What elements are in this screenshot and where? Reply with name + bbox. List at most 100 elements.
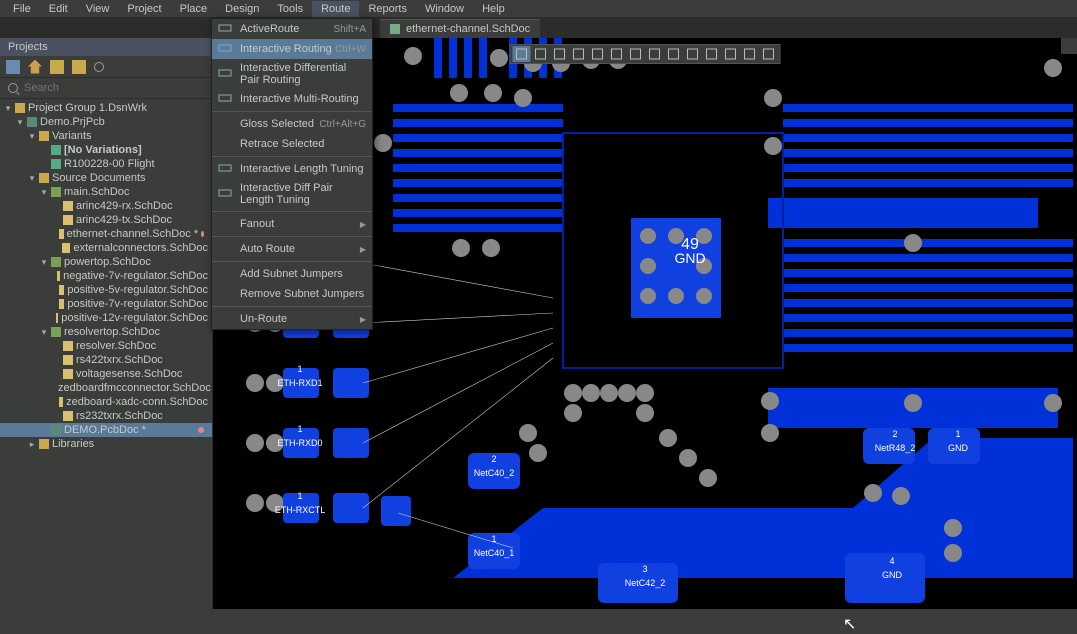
tree-node[interactable]: [No Variations]: [0, 143, 212, 157]
select-tool[interactable]: [513, 46, 531, 62]
doc-icon: [56, 313, 58, 323]
sch-icon: [51, 187, 61, 197]
rect-tool[interactable]: [703, 46, 721, 62]
tree-node[interactable]: externalconnectors.SchDoc: [0, 241, 212, 255]
tree-label: arinc429-tx.SchDoc: [76, 214, 172, 226]
menu-view[interactable]: View: [77, 1, 119, 17]
net-label: NetR48_2: [875, 443, 916, 453]
tree-label: arinc429-rx.SchDoc: [76, 200, 173, 212]
scroll-corner: [1061, 38, 1077, 54]
refresh-icon[interactable]: [72, 60, 86, 74]
tree-node[interactable]: ethernet-channel.SchDoc *: [0, 227, 212, 241]
expand-icon[interactable]: ▾: [16, 117, 24, 128]
tree-node[interactable]: ▾resolvertop.SchDoc: [0, 325, 212, 339]
move-tool[interactable]: [551, 46, 569, 62]
align-tool[interactable]: [570, 46, 588, 62]
poly-tool[interactable]: [722, 46, 740, 62]
menu-design[interactable]: Design: [216, 1, 268, 17]
copy-tool[interactable]: [608, 46, 626, 62]
menu-edit[interactable]: Edit: [40, 1, 77, 17]
blank-icon: [218, 242, 234, 256]
tree-label: Source Documents: [52, 172, 146, 184]
menu-separator: [212, 211, 372, 212]
net-label: ETH-RXD0: [277, 438, 322, 448]
via-tool[interactable]: [760, 46, 778, 62]
tree-node[interactable]: resolver.SchDoc: [0, 339, 212, 353]
menu-item-remove-subnet-jumpers[interactable]: Remove Subnet Jumpers: [212, 284, 372, 304]
tree-node[interactable]: ▾Variants: [0, 129, 212, 143]
menu-item-interactive-routing[interactable]: Interactive RoutingCtrl+W: [212, 39, 372, 59]
submenu-arrow-icon: ▶: [360, 315, 366, 324]
menu-tools[interactable]: Tools: [268, 1, 312, 17]
tree-node[interactable]: rs422txrx.SchDoc: [0, 353, 212, 367]
menu-file[interactable]: File: [4, 1, 40, 17]
route-menu-dropdown: ActiveRouteShift+AInteractive RoutingCtr…: [211, 18, 373, 330]
modified-marker: [198, 427, 204, 433]
menubar: FileEditViewProjectPlaceDesignToolsRoute…: [0, 0, 1077, 18]
document-tab[interactable]: ethernet-channel.SchDoc: [380, 19, 540, 38]
tree-node[interactable]: negative-7v-regulator.SchDoc: [0, 269, 212, 283]
menu-item-interactive-differential-pair-routing[interactable]: Interactive Differential Pair Routing: [212, 59, 372, 89]
expand-icon[interactable]: ▾: [28, 173, 36, 184]
tree-node[interactable]: ▾powertop.SchDoc: [0, 255, 212, 269]
menu-item-add-subnet-jumpers[interactable]: Add Subnet Jumpers: [212, 264, 372, 284]
tree-node[interactable]: ▾main.SchDoc: [0, 185, 212, 199]
home-icon[interactable]: [28, 60, 42, 74]
show-docs-icon[interactable]: [6, 60, 20, 74]
dim-tool[interactable]: [646, 46, 664, 62]
expand-icon[interactable]: ▾: [28, 131, 36, 142]
menu-item-gloss-selected[interactable]: Gloss SelectedCtrl+Alt+G: [212, 114, 372, 134]
menu-item-interactive-length-tuning[interactable]: Interactive Length Tuning: [212, 159, 372, 179]
tree-node[interactable]: ▸Libraries: [0, 437, 212, 451]
dist-tool[interactable]: [589, 46, 607, 62]
text-tool[interactable]: [741, 46, 759, 62]
tree-node[interactable]: voltagesense.SchDoc: [0, 367, 212, 381]
menu-item-retrace-selected[interactable]: Retrace Selected: [212, 134, 372, 154]
comp-tool[interactable]: [684, 46, 702, 62]
menu-item-auto-route[interactable]: Auto Route▶: [212, 239, 372, 259]
schematic-icon: [390, 24, 400, 34]
expand-icon[interactable]: ▾: [40, 257, 48, 268]
lasso-tool[interactable]: [532, 46, 550, 62]
tree-node[interactable]: zedboard-xadc-conn.SchDoc: [0, 395, 212, 409]
tree-label: voltagesense.SchDoc: [76, 368, 182, 380]
menu-item-activeroute[interactable]: ActiveRouteShift+A: [212, 19, 372, 39]
folder-icon[interactable]: [50, 60, 64, 74]
tree-node[interactable]: arinc429-tx.SchDoc: [0, 213, 212, 227]
blank-icon: [218, 312, 234, 326]
menu-help[interactable]: Help: [473, 1, 514, 17]
expand-icon[interactable]: ▾: [4, 103, 12, 114]
menu-item-fanout[interactable]: Fanout▶: [212, 214, 372, 234]
expand-icon[interactable]: ▾: [40, 187, 48, 198]
net-tool[interactable]: [665, 46, 683, 62]
tree-node[interactable]: rs232txrx.SchDoc: [0, 409, 212, 423]
menu-window[interactable]: Window: [416, 1, 473, 17]
tree-node[interactable]: ▾Demo.PrjPcb: [0, 115, 212, 129]
sch-icon: [51, 257, 61, 267]
tree-node[interactable]: ▾ Source Documents: [0, 171, 212, 185]
expand-icon[interactable]: ▸: [28, 439, 36, 450]
settings-icon[interactable]: [94, 62, 104, 72]
tree-node[interactable]: zedboardfmcconnector.SchDoc: [0, 381, 212, 395]
paste-tool[interactable]: [627, 46, 645, 62]
menu-shortcut: Ctrl+W: [335, 44, 366, 55]
tree-node[interactable]: R100228-00 Flight: [0, 157, 212, 171]
expand-icon[interactable]: ▾: [40, 327, 48, 338]
tree-node[interactable]: DEMO.PcbDoc *: [0, 423, 212, 437]
menu-item-interactive-multi-routing[interactable]: Interactive Multi-Routing: [212, 89, 372, 109]
tree-node[interactable]: arinc429-rx.SchDoc: [0, 199, 212, 213]
doc-icon: [63, 201, 73, 211]
tree-node[interactable]: ▾Project Group 1.DsnWrk: [0, 101, 212, 115]
tree-node[interactable]: positive-12v-regulator.SchDoc: [0, 311, 212, 325]
menu-reports[interactable]: Reports: [359, 1, 416, 17]
pcb-icon: [27, 117, 37, 127]
menu-project[interactable]: Project: [118, 1, 170, 17]
menu-item-interactive-diff-pair-length-tuning[interactable]: Interactive Diff Pair Length Tuning: [212, 179, 372, 209]
menu-item-un-route[interactable]: Un-Route▶: [212, 309, 372, 329]
menu-place[interactable]: Place: [171, 1, 217, 17]
menu-route[interactable]: Route: [312, 1, 359, 17]
tree-node[interactable]: positive-7v-regulator.SchDoc: [0, 297, 212, 311]
tree-node[interactable]: positive-5v-regulator.SchDoc: [0, 283, 212, 297]
search-input[interactable]: [24, 82, 204, 94]
menu-item-label: Gloss Selected: [240, 118, 319, 130]
